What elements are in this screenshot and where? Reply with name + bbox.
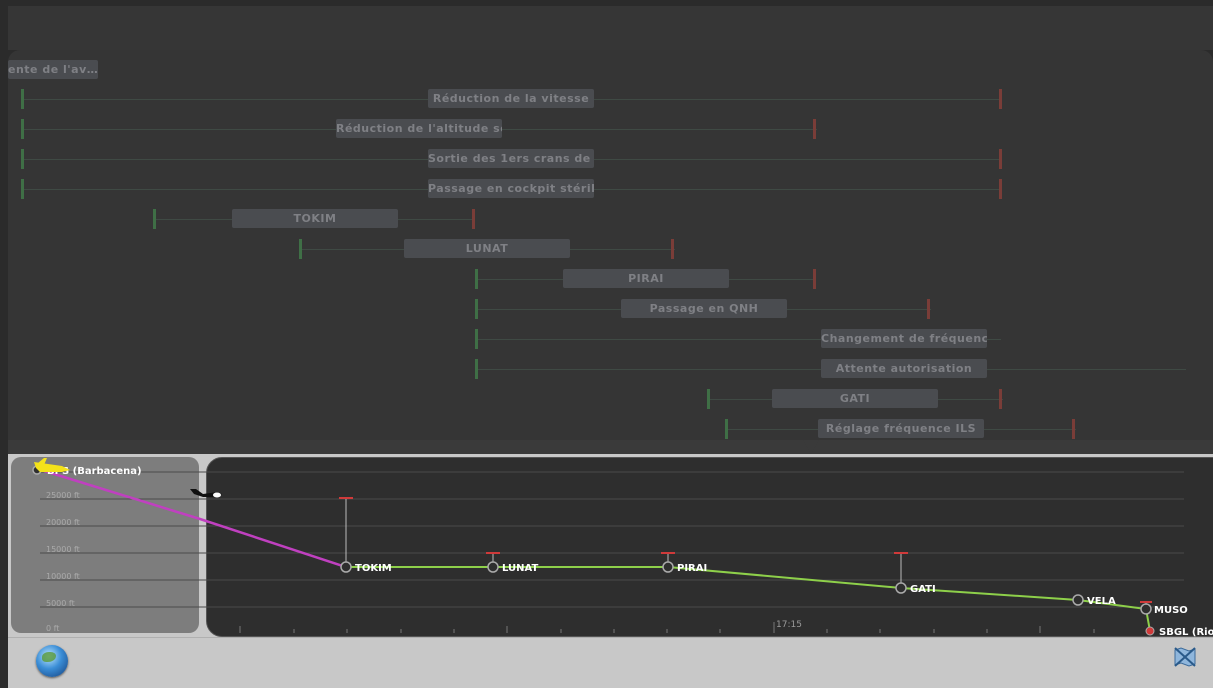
altitude-label: 15000 ft bbox=[46, 545, 80, 554]
altitude-label: 25000 ft bbox=[46, 491, 80, 500]
footer-bar bbox=[8, 637, 1213, 688]
map-toggle-icon[interactable] bbox=[1172, 644, 1198, 670]
altitude-label: 5000 ft bbox=[46, 599, 75, 608]
waypoint-label: TOKIM bbox=[355, 563, 392, 574]
altitude-label: 20000 ft bbox=[46, 518, 80, 527]
time-label: 17:15 bbox=[776, 620, 802, 630]
profile-chart-svg: 25000 ft 20000 ft 15000 ft 10000 ft 5000… bbox=[32, 458, 1213, 638]
waypoint-marker[interactable] bbox=[487, 561, 499, 573]
waypoint-marker[interactable] bbox=[340, 561, 352, 573]
waypoint-marker[interactable] bbox=[662, 561, 674, 573]
globe-land bbox=[42, 652, 56, 662]
aircraft-icon bbox=[34, 458, 70, 472]
waypoint-label: GATI bbox=[910, 584, 936, 595]
destination-marker[interactable] bbox=[1145, 626, 1155, 636]
altitude-label: 0 ft bbox=[46, 624, 59, 633]
waypoint-marker[interactable] bbox=[1072, 594, 1084, 606]
waypoint-marker[interactable] bbox=[1140, 603, 1152, 615]
flown-path bbox=[37, 467, 347, 569]
waypoint-marker[interactable] bbox=[895, 582, 907, 594]
planned-path bbox=[346, 566, 1151, 632]
waypoint-label: LUNAT bbox=[502, 563, 538, 574]
globe-icon[interactable] bbox=[36, 645, 68, 677]
altitude-label: 10000 ft bbox=[46, 572, 80, 581]
aircraft-position-icon bbox=[190, 489, 222, 498]
waypoint-label: VELA bbox=[1087, 596, 1116, 607]
waypoint-label: PIRAI bbox=[677, 563, 707, 574]
waypoint-label: MUSO bbox=[1154, 605, 1188, 616]
